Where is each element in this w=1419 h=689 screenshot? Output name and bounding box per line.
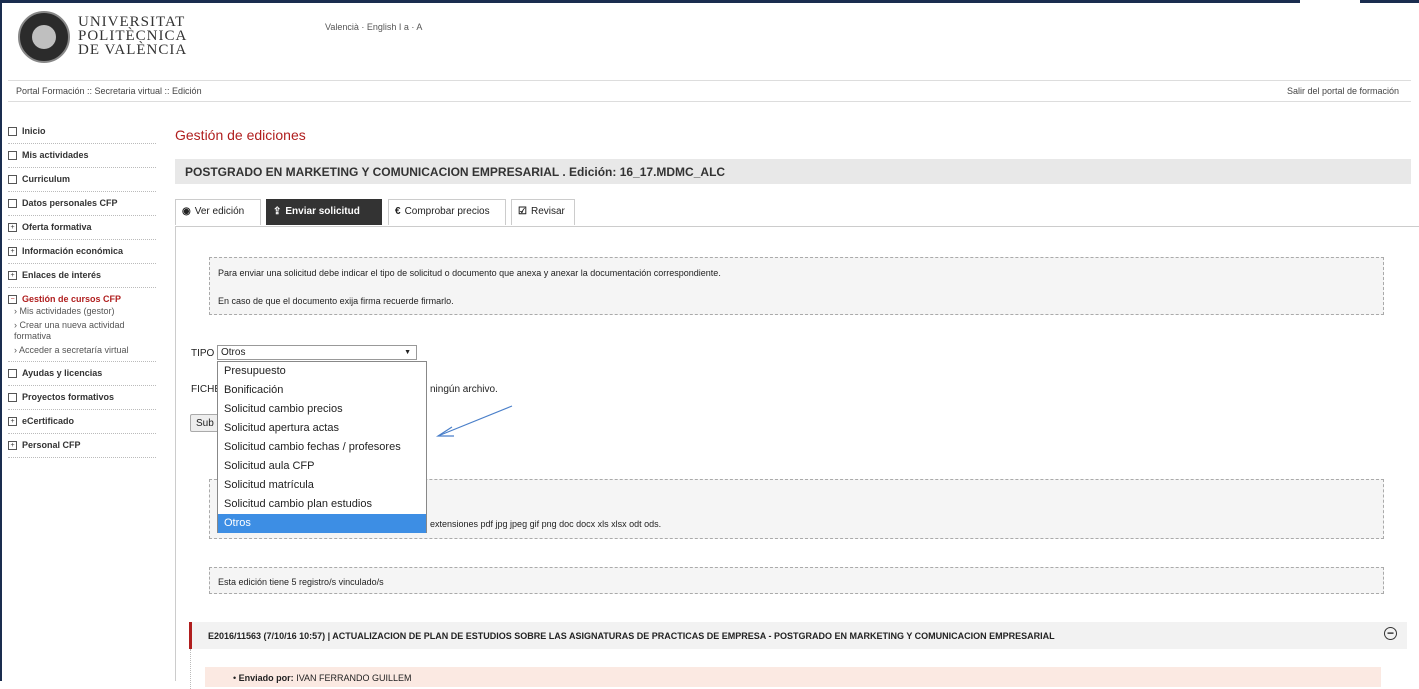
dropdown-option[interactable]: Presupuesto bbox=[218, 362, 426, 381]
instructions-line-2: En caso de que el documento exija firma … bbox=[218, 296, 454, 306]
record-sender-name: IVAN FERRANDO GUILLEM bbox=[296, 673, 412, 683]
sidebar-subitem-crear-actividad[interactable]: Crear una nueva actividad formativa bbox=[8, 320, 156, 342]
exit-portal-link[interactable]: Salir del portal de formación bbox=[1287, 86, 1399, 96]
record-divider bbox=[190, 649, 191, 689]
dropdown-option[interactable]: Solicitud cambio plan estudios bbox=[218, 495, 426, 514]
sidebar-item-ayudas[interactable]: Ayudas y licencias bbox=[8, 362, 156, 386]
tab-label: Revisar bbox=[530, 206, 565, 217]
sidebar-item-label: Mis actividades bbox=[22, 150, 89, 160]
dropdown-option[interactable]: Bonificación bbox=[218, 381, 426, 400]
dropdown-option-selected[interactable]: Otros bbox=[218, 514, 426, 533]
instructions-box: Para enviar una solicitud debe indicar e… bbox=[209, 257, 1384, 315]
record-title: E2016/11563 (7/10/16 10:57) | ACTUALIZAC… bbox=[208, 631, 1055, 641]
record-detail: • Enviado por: IVAN FERRANDO GUILLEM bbox=[205, 667, 1381, 687]
record-sender-label: Enviado por: bbox=[238, 673, 294, 683]
sidebar-item-label: Oferta formativa bbox=[22, 222, 92, 232]
square-icon bbox=[8, 175, 17, 184]
sidebar-item-label: eCertificado bbox=[22, 416, 75, 426]
sidebar-item-gestion-cursos[interactable]: − Gestión de cursos CFP bbox=[8, 288, 156, 306]
euro-icon: € bbox=[395, 206, 401, 217]
dropdown-option[interactable]: Solicitud matrícula bbox=[218, 476, 426, 495]
linked-records-text: Esta edición tiene 5 registro/s vinculad… bbox=[218, 577, 384, 587]
tipo-select[interactable]: Otros ▼ bbox=[217, 345, 417, 360]
collapse-icon: − bbox=[8, 295, 17, 304]
breadcrumb-bar: Portal Formación :: Secretaria virtual :… bbox=[8, 80, 1411, 102]
sidebar-item-label: Datos personales CFP bbox=[22, 198, 118, 208]
tipo-dropdown-list[interactable]: Presupuesto Bonificación Solicitud cambi… bbox=[217, 361, 427, 533]
sidebar-subitem-secretaria-virtual[interactable]: Acceder a secretaría virtual bbox=[8, 345, 156, 356]
collapse-icon[interactable]: − bbox=[1384, 627, 1397, 640]
tab-ver-edicion[interactable]: ◉ Ver edición bbox=[175, 199, 261, 225]
extensions-text: extensiones pdf jpg jpeg gif png doc doc… bbox=[430, 519, 662, 529]
record-header[interactable]: E2016/11563 (7/10/16 10:57) | ACTUALIZAC… bbox=[189, 622, 1407, 649]
tipo-label: TIPO bbox=[191, 348, 215, 359]
linked-records-box: Esta edición tiene 5 registro/s vinculad… bbox=[209, 567, 1384, 594]
dropdown-option[interactable]: Solicitud apertura actas bbox=[218, 419, 426, 438]
annotation-arrow-icon bbox=[435, 405, 513, 437]
tab-label: Ver edición bbox=[194, 206, 245, 217]
square-icon bbox=[8, 369, 17, 378]
sidebar-item-inicio[interactable]: Inicio bbox=[8, 120, 156, 144]
expand-icon: + bbox=[8, 441, 17, 450]
sidebar-item-curriculum[interactable]: Curriculum bbox=[8, 168, 156, 192]
dropdown-option[interactable]: Solicitud cambio fechas / profesores bbox=[218, 438, 426, 457]
tab-revisar[interactable]: ☑ Revisar bbox=[511, 199, 575, 225]
record-sender: • Enviado por: IVAN FERRANDO GUILLEM bbox=[233, 673, 412, 683]
edition-title: POSTGRADO EN MARKETING Y COMUNICACION EM… bbox=[185, 165, 726, 179]
sidebar: Inicio Mis actividades Curriculum Datos … bbox=[8, 120, 156, 458]
edition-header: POSTGRADO EN MARKETING Y COMUNICACION EM… bbox=[175, 159, 1411, 184]
sidebar-item-label: Enlaces de interés bbox=[22, 270, 102, 280]
dropdown-arrow-icon: ▼ bbox=[404, 349, 411, 356]
tipo-selected-value: Otros bbox=[221, 347, 246, 358]
sidebar-subitem-mis-actividades-gestor[interactable]: Mis actividades (gestor) bbox=[8, 306, 156, 317]
expand-icon: + bbox=[8, 271, 17, 280]
page-title: Gestión de ediciones bbox=[175, 127, 306, 143]
university-logo[interactable]: UNIVERSITAT POLITÈCNICA DE VALÈNCIA bbox=[18, 11, 186, 71]
university-name: UNIVERSITAT POLITÈCNICA DE VALÈNCIA bbox=[78, 14, 188, 58]
sidebar-item-label: Personal CFP bbox=[22, 440, 81, 450]
square-icon bbox=[8, 199, 17, 208]
tab-label: Enviar solicitud bbox=[285, 206, 360, 217]
sidebar-item-mis-actividades[interactable]: Mis actividades bbox=[8, 144, 156, 168]
check-square-icon: ☑ bbox=[518, 206, 527, 217]
expand-icon: + bbox=[8, 223, 17, 232]
sidebar-item-label: Ayudas y licencias bbox=[22, 368, 103, 378]
sidebar-item-ecertificado[interactable]: + eCertificado bbox=[8, 410, 156, 434]
sidebar-item-oferta-formativa[interactable]: + Oferta formativa bbox=[8, 216, 156, 240]
tab-comprobar-precios[interactable]: € Comprobar precios bbox=[388, 199, 506, 225]
sidebar-item-label: Curriculum bbox=[22, 174, 71, 184]
sidebar-item-label: Proyectos formativos bbox=[22, 392, 115, 402]
left-border bbox=[0, 0, 2, 681]
instructions-line-1: Para enviar una solicitud debe indicar e… bbox=[218, 268, 721, 278]
dropdown-option[interactable]: Solicitud cambio precios bbox=[218, 400, 426, 419]
expand-icon: + bbox=[8, 247, 17, 256]
tab-label: Comprobar precios bbox=[404, 206, 490, 217]
square-icon bbox=[8, 127, 17, 136]
breadcrumb[interactable]: Portal Formación :: Secretaria virtual :… bbox=[16, 86, 202, 96]
square-icon bbox=[8, 151, 17, 160]
upload-icon: ⇪ bbox=[273, 206, 282, 217]
sidebar-item-label: Gestión de cursos CFP bbox=[22, 294, 122, 304]
sidebar-submenu: Mis actividades (gestor) Crear una nueva… bbox=[8, 306, 156, 362]
sidebar-item-informacion-economica[interactable]: + Información económica bbox=[8, 240, 156, 264]
sidebar-item-personal-cfp[interactable]: + Personal CFP bbox=[8, 434, 156, 458]
sidebar-item-proyectos[interactable]: Proyectos formativos bbox=[8, 386, 156, 410]
header: UNIVERSITAT POLITÈCNICA DE VALÈNCIA Vale… bbox=[0, 3, 1419, 80]
sidebar-item-label: Información económica bbox=[22, 246, 124, 256]
sidebar-item-label: Inicio bbox=[22, 126, 46, 136]
eye-icon: ◉ bbox=[182, 206, 191, 217]
sidebar-item-enlaces[interactable]: + Enlaces de interés bbox=[8, 264, 156, 288]
tab-enviar-solicitud[interactable]: ⇪ Enviar solicitud bbox=[266, 199, 382, 225]
dropdown-option[interactable]: Solicitud aula CFP bbox=[218, 457, 426, 476]
university-seal-icon bbox=[18, 11, 70, 63]
square-icon bbox=[8, 393, 17, 402]
expand-icon: + bbox=[8, 417, 17, 426]
sidebar-item-datos-personales[interactable]: Datos personales CFP bbox=[8, 192, 156, 216]
language-selector[interactable]: Valencià · English I a · A bbox=[325, 22, 422, 32]
no-file-text: ningún archivo. bbox=[430, 384, 498, 395]
